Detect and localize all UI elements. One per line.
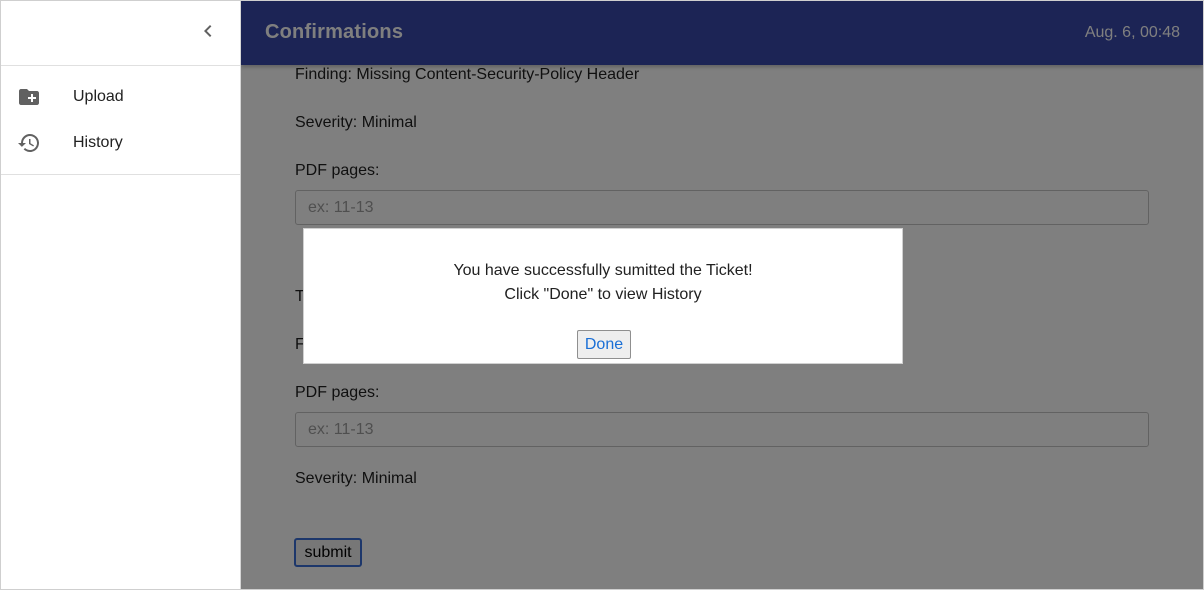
sidebar-header bbox=[1, 1, 240, 66]
sidebar-item-upload[interactable]: Upload bbox=[1, 74, 240, 120]
sidebar-item-label: History bbox=[73, 134, 123, 151]
chevron-left-icon bbox=[196, 19, 220, 48]
folder-add-icon bbox=[17, 85, 41, 109]
app-frame: Finding: Missing Content-Security-Policy… bbox=[0, 0, 1204, 590]
history-icon bbox=[17, 131, 41, 155]
done-button[interactable]: Done bbox=[577, 330, 631, 359]
dialog-message: You have successfully sumitted the Ticke… bbox=[453, 262, 753, 279]
confirmation-dialog: You have successfully sumitted the Ticke… bbox=[303, 228, 903, 364]
sidebar: Upload History bbox=[1, 1, 241, 589]
collapse-sidebar-button[interactable] bbox=[196, 21, 220, 45]
sidebar-item-label: Upload bbox=[73, 88, 124, 105]
dialog-instruction: Click "Done" to view History bbox=[504, 286, 702, 303]
sidebar-nav: Upload History bbox=[1, 66, 240, 175]
sidebar-item-history[interactable]: History bbox=[1, 120, 240, 166]
